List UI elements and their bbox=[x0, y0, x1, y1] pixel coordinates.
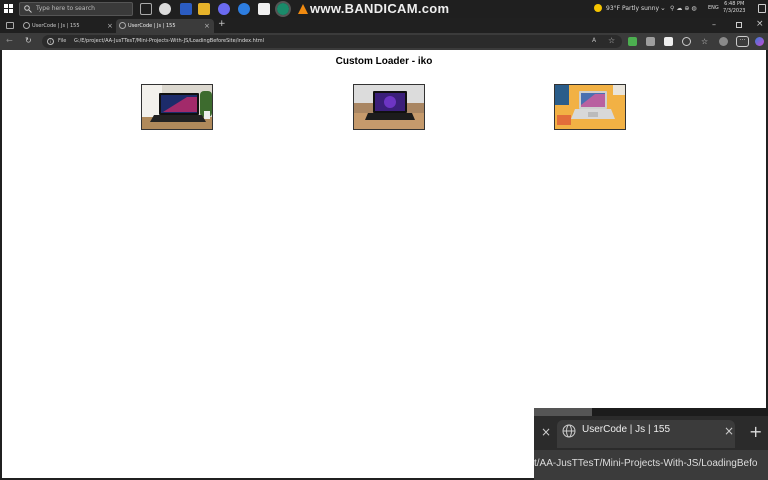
close-window-icon[interactable]: × bbox=[756, 19, 764, 29]
zoom-overlay: × UserCode | Js | 155 × + t/AA-JusTTesT/… bbox=[534, 408, 768, 480]
globe-icon bbox=[23, 22, 30, 29]
zoom-overlay-selection bbox=[534, 408, 592, 416]
tab-label: UserCode | Js | 155 bbox=[32, 23, 80, 29]
refresh-icon[interactable]: ↻ bbox=[25, 36, 32, 45]
app-icon[interactable] bbox=[180, 3, 192, 15]
profile-avatar[interactable] bbox=[719, 37, 728, 46]
search-placeholder: Type here to search bbox=[36, 5, 95, 12]
tab-usercode-2[interactable]: UserCode | Js | 155 × bbox=[116, 19, 214, 33]
extension-icon-1[interactable] bbox=[628, 37, 637, 46]
vlc-icon[interactable] bbox=[297, 3, 309, 15]
laptop-image-3 bbox=[554, 84, 626, 130]
edge-icon[interactable] bbox=[275, 1, 291, 17]
new-tab-icon[interactable]: + bbox=[749, 422, 762, 441]
favorite-star-icon[interactable]: ☆ bbox=[608, 36, 615, 45]
browser-toolbar: ← ↻ i File G:/E/project/AA-JusTTesT/Mini… bbox=[0, 33, 768, 50]
page-title: Custom Loader - iko bbox=[335, 56, 433, 67]
clock-date: 7/3/2023 bbox=[723, 8, 746, 14]
zoom-url-text: t/AA-JusTTesT/Mini-Projects-With-JS/Load… bbox=[534, 458, 758, 469]
close-tab-icon[interactable]: × bbox=[107, 19, 113, 33]
file-icon[interactable] bbox=[258, 3, 270, 15]
tab-usercode-1[interactable]: UserCode | Js | 155 × bbox=[20, 19, 116, 33]
split-screen-icon[interactable] bbox=[682, 37, 691, 46]
task-view-icon[interactable] bbox=[140, 3, 152, 15]
taskbar-search-box[interactable]: Type here to search bbox=[19, 2, 133, 16]
back-icon[interactable]: ← bbox=[6, 36, 13, 45]
browser-tab-strip: UserCode | Js | 155 × UserCode | Js | 15… bbox=[0, 18, 768, 33]
new-tab-icon[interactable]: + bbox=[218, 19, 226, 29]
zoom-tab-label: UserCode | Js | 155 bbox=[582, 424, 671, 435]
language-indicator[interactable]: ENG bbox=[708, 5, 719, 11]
bandicam-watermark: www.BANDICAM.com bbox=[310, 1, 450, 16]
notification-icon[interactable] bbox=[758, 4, 766, 13]
chevron-up-icon[interactable]: ⌄ bbox=[660, 4, 666, 12]
chrome-icon[interactable] bbox=[159, 3, 171, 15]
read-aloud-icon[interactable]: A bbox=[592, 37, 596, 44]
minimize-icon[interactable]: – bbox=[712, 20, 716, 29]
zoom-overlay-topbar bbox=[534, 408, 768, 416]
windows-taskbar: Type here to search www.BANDICAM.com 93°… bbox=[0, 0, 768, 18]
favorites-icon[interactable]: ☆ bbox=[701, 37, 710, 46]
maximize-icon[interactable] bbox=[736, 22, 742, 28]
folder-icon[interactable] bbox=[198, 3, 210, 15]
weather-label: 93°F Partly sunny bbox=[606, 5, 660, 12]
extension-icon-3[interactable] bbox=[664, 37, 673, 46]
globe-icon bbox=[119, 22, 126, 29]
extension-icon-2[interactable] bbox=[646, 37, 655, 46]
info-icon[interactable]: i bbox=[47, 38, 54, 45]
laptop-image-1 bbox=[141, 84, 213, 130]
discord-icon[interactable] bbox=[218, 3, 230, 15]
system-tray-icons[interactable]: ⚲☁⊕◍ bbox=[670, 5, 699, 12]
tab-label: UserCode | Js | 155 bbox=[128, 23, 176, 29]
url-text: G:/E/project/AA-JusTTesT/Mini-Projects-W… bbox=[73, 38, 265, 44]
tab-actions-icon[interactable] bbox=[6, 22, 14, 29]
address-bar[interactable]: i File G:/E/project/AA-JusTTesT/Mini-Pro… bbox=[42, 35, 622, 48]
close-tab-icon[interactable]: × bbox=[724, 424, 734, 438]
scheme-label: File bbox=[58, 38, 67, 44]
windows-start-icon[interactable] bbox=[4, 4, 14, 14]
close-tab-icon[interactable]: × bbox=[204, 19, 210, 33]
close-tab-icon[interactable]: × bbox=[541, 425, 551, 439]
more-menu-icon[interactable]: ··· bbox=[736, 36, 749, 47]
app-icon-2[interactable] bbox=[238, 3, 250, 15]
search-icon bbox=[24, 5, 32, 13]
globe-icon bbox=[562, 424, 576, 438]
clock-time: 6:48 PM bbox=[724, 1, 745, 7]
weather-text[interactable]: 93°F Partly sunny bbox=[596, 5, 659, 12]
copilot-icon[interactable] bbox=[755, 37, 764, 46]
laptop-image-2 bbox=[353, 84, 425, 130]
taskbar-clock[interactable]: 6:48 PM 7/3/2023 bbox=[723, 1, 745, 15]
